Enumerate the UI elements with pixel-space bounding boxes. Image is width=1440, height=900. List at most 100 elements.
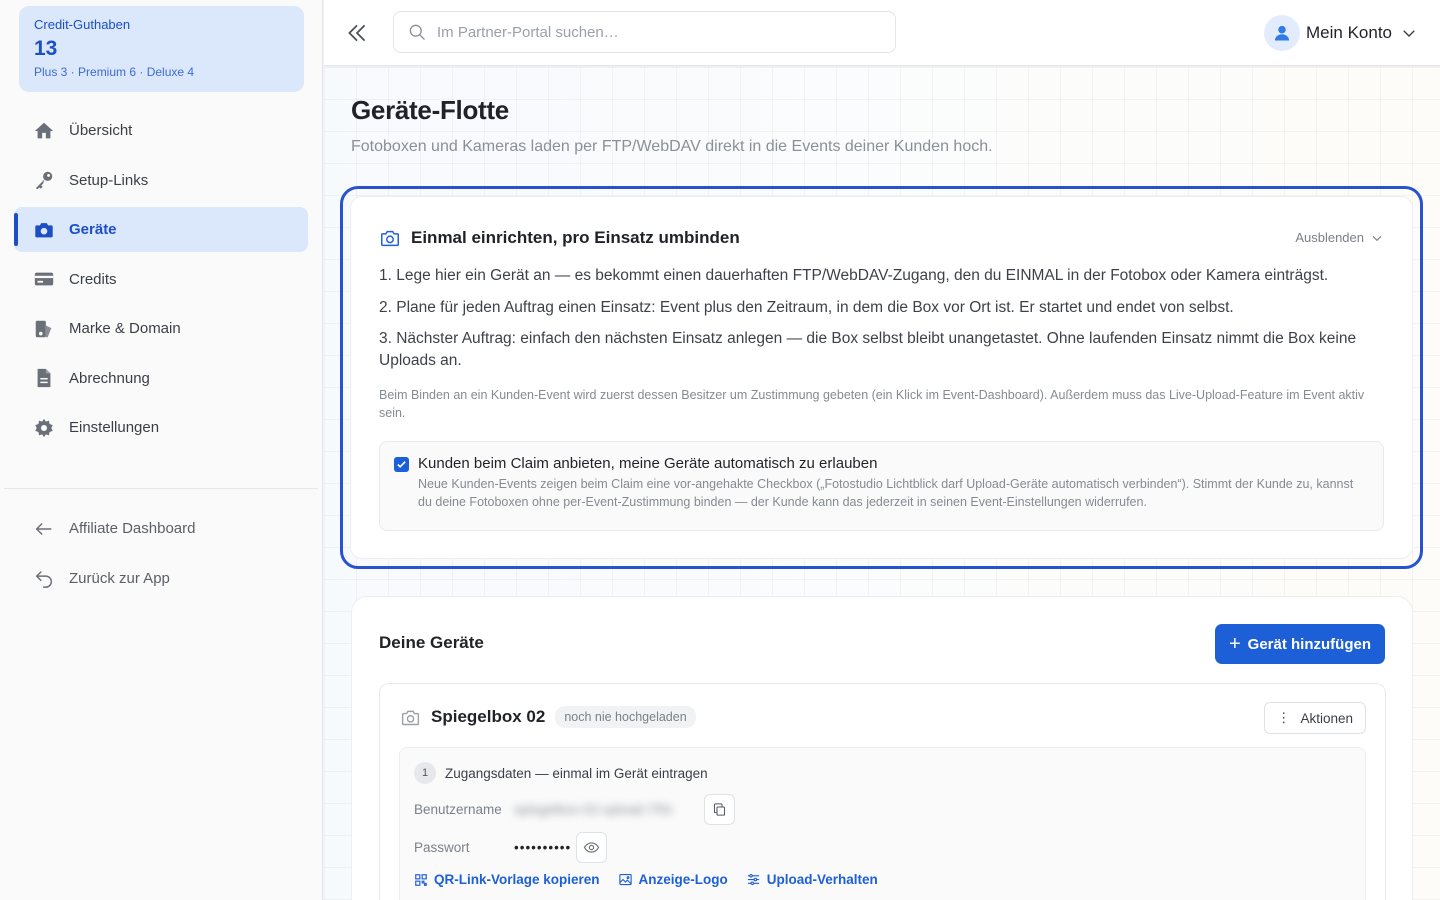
- credit-balance-card[interactable]: Credit-Guthaben 13 Plus 3 · Premium 6 · …: [19, 6, 304, 92]
- link-label: Anzeige-Logo: [638, 872, 728, 887]
- device-actions-label: Aktionen: [1300, 710, 1353, 726]
- top-bar: Mein Konto: [324, 0, 1440, 66]
- setup-step: 1. Lege hier ein Gerät an — es bekommt e…: [379, 267, 1329, 284]
- auto-consent-checkbox[interactable]: [394, 457, 409, 472]
- more-vertical-icon: ⋮: [1276, 710, 1291, 725]
- sidebar-item-label: Marke & Domain: [69, 320, 181, 337]
- upload-behavior-link[interactable]: Upload-Verhalten: [746, 872, 878, 887]
- step-number-badge: 1: [414, 762, 436, 784]
- sidebar-item-label: Setup-Links: [69, 171, 149, 189]
- checkmark-icon: [397, 461, 406, 468]
- camera-icon: [381, 230, 399, 247]
- hide-info-label: Ausblenden: [1295, 230, 1364, 245]
- sidebar-item-geraete[interactable]: Geräte: [14, 207, 308, 252]
- avatar: [1264, 15, 1300, 51]
- add-device-label: Gerät hinzufügen: [1247, 635, 1371, 653]
- sidebar-secondary-nav: Affiliate Dashboard Zurück zur App: [14, 506, 308, 605]
- sidebar-item-zurueck-zur-app[interactable]: Zurück zur App: [14, 556, 308, 601]
- status-badge: noch nie hochgeladen: [555, 706, 696, 728]
- credit-card-icon: [33, 268, 55, 290]
- search-box[interactable]: [393, 11, 896, 53]
- chevron-down-icon: [1372, 235, 1382, 241]
- user-icon: [1274, 25, 1290, 41]
- sidebar-item-label: Einstellungen: [69, 419, 160, 436]
- page-subtitle: Fotoboxen und Kameras laden per FTP/WebD…: [351, 138, 993, 155]
- gear-icon: [33, 417, 55, 439]
- device-links: QR-Link-Vorlage kopieren Anzeige-Logo Up…: [414, 872, 896, 887]
- copy-qr-link-template-link[interactable]: QR-Link-Vorlage kopieren: [414, 872, 600, 887]
- device-actions-button[interactable]: ⋮ Aktionen: [1263, 702, 1366, 734]
- search-icon: [409, 24, 425, 40]
- auto-consent-description: Neue Kunden-Events zeigen beim Claim ein…: [418, 477, 1354, 509]
- qr-code-icon: [415, 873, 427, 886]
- onboarding-info-card: Einmal einrichten, pro Einsatz umbinden …: [350, 196, 1413, 559]
- double-chevron-left-icon: [348, 24, 366, 42]
- account-label: Mein Konto: [1306, 23, 1392, 42]
- camera-icon: [401, 710, 420, 725]
- sliders-icon: [747, 873, 759, 886]
- sidebar-nav: Übersicht Setup-Links Geräte Credits Mar…: [14, 108, 308, 455]
- setup-step: 2. Plane für jeden Auftrag einen Einsatz…: [379, 298, 1234, 316]
- sidebar-item-label: Abrechnung: [69, 369, 150, 387]
- document-icon: [33, 367, 55, 389]
- display-logo-link[interactable]: Anzeige-Logo: [618, 872, 728, 887]
- link-label: QR-Link-Vorlage kopieren: [434, 872, 600, 887]
- device-item: Spiegelbox 02 noch nie hochgeladen ⋮ Akt…: [379, 683, 1386, 900]
- devices-card: Deine Geräte + Gerät hinzufügen Spiegelb…: [351, 596, 1413, 900]
- link-label: Upload-Verhalten: [766, 872, 878, 887]
- onboarding-info-highlight: Einmal einrichten, pro Einsatz umbinden …: [340, 186, 1423, 569]
- setup-step: 3. Nächster Auftrag: einfach den nächste…: [379, 330, 1357, 369]
- main-content: Geräte-Flotte Fotoboxen und Kameras lade…: [324, 67, 1440, 900]
- password-label: Passwort: [414, 840, 470, 855]
- credit-balance-value: 13: [34, 37, 58, 60]
- key-icon: [33, 169, 55, 191]
- image-icon: [618, 873, 632, 886]
- sidebar: Credit-Guthaben 13 Plus 3 · Premium 6 · …: [0, 0, 323, 900]
- account-menu[interactable]: Mein Konto: [1264, 15, 1418, 51]
- home-icon: [33, 120, 55, 142]
- auto-consent-label[interactable]: Kunden beim Claim anbieten, meine Geräte…: [418, 455, 877, 472]
- sidebar-item-setup-links[interactable]: Setup-Links: [14, 158, 308, 203]
- username-label: Benutzername: [414, 802, 502, 817]
- return-icon: [33, 567, 55, 589]
- sidebar-item-label: Zurück zur App: [69, 569, 170, 587]
- copy-username-button[interactable]: [704, 794, 735, 825]
- copy-icon: [713, 803, 726, 816]
- sidebar-item-label: Credits: [69, 270, 117, 288]
- sidebar-item-marke-domain[interactable]: Marke & Domain: [14, 306, 308, 351]
- hide-info-button[interactable]: Ausblenden: [1295, 230, 1384, 245]
- sidebar-item-label: Affiliate Dashboard: [69, 520, 196, 537]
- password-value: ••••••••••: [514, 840, 572, 855]
- info-header: Einmal einrichten, pro Einsatz umbinden: [379, 227, 740, 249]
- search-input[interactable]: [437, 23, 877, 41]
- arrow-left-icon: [33, 518, 55, 540]
- sidebar-item-label: Übersicht: [69, 122, 133, 139]
- sidebar-item-abrechnung[interactable]: Abrechnung: [14, 356, 308, 401]
- credentials-title: Zugangsdaten — einmal im Gerät eintragen: [445, 765, 708, 781]
- sidebar-item-uebersicht[interactable]: Übersicht: [14, 108, 308, 153]
- setup-steps: 1. Lege hier ein Gerät an — es bekommt e…: [379, 265, 1384, 382]
- chevron-down-icon: [1403, 30, 1415, 37]
- add-device-button[interactable]: + Gerät hinzufügen: [1214, 624, 1385, 664]
- toggle-password-button[interactable]: [576, 832, 607, 863]
- collapse-sidebar-button[interactable]: [344, 20, 370, 46]
- username-value[interactable]: spiegelbox-02-upload-7f3c: [514, 802, 704, 817]
- sidebar-item-credits[interactable]: Credits: [14, 257, 308, 302]
- info-title: Einmal einrichten, pro Einsatz umbinden: [411, 228, 740, 247]
- credit-balance-label: Credit-Guthaben: [34, 17, 131, 32]
- credentials-header: 1 Zugangsdaten — einmal im Gerät eintrag…: [414, 762, 708, 784]
- device-header: Spiegelbox 02 noch nie hochgeladen: [400, 706, 696, 728]
- password-row: Passwort ••••••••••: [414, 832, 607, 863]
- credentials-panel: 1 Zugangsdaten — einmal im Gerät eintrag…: [399, 747, 1366, 900]
- username-row: Benutzername spiegelbox-02-upload-7f3c: [414, 794, 735, 825]
- brand-icon: [33, 318, 55, 340]
- camera-icon: [33, 219, 55, 241]
- sidebar-item-affiliate-dashboard[interactable]: Affiliate Dashboard: [14, 506, 308, 551]
- credit-breakdown: Plus 3 · Premium 6 · Deluxe 4: [34, 65, 195, 79]
- page-title: Geräte-Flotte: [351, 95, 509, 125]
- auto-consent-box: Kunden beim Claim anbieten, meine Geräte…: [379, 441, 1384, 531]
- sidebar-item-label: Geräte: [69, 221, 117, 238]
- sidebar-item-einstellungen[interactable]: Einstellungen: [14, 405, 308, 450]
- eye-icon: [583, 842, 600, 853]
- devices-title: Deine Geräte: [379, 633, 484, 652]
